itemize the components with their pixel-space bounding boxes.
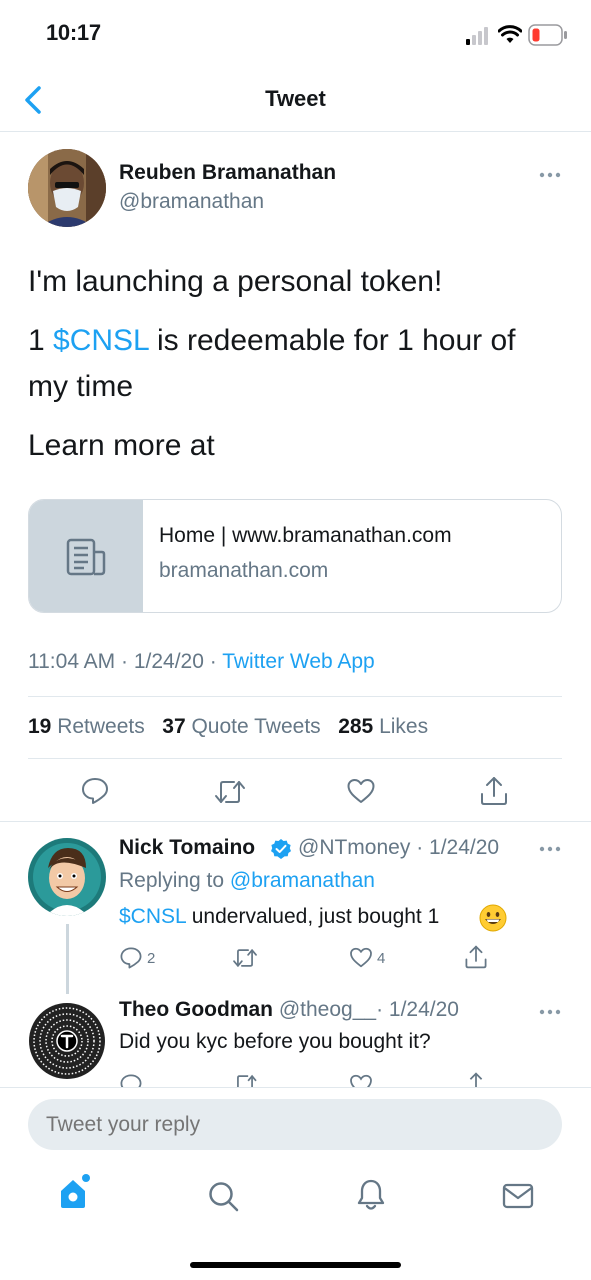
reply-header: Theo Goodman @theog__· 1/24/20 <box>119 998 459 1022</box>
reply-date: · 1/24/20 <box>376 998 459 1021</box>
notifications-icon[interactable] <box>356 1178 386 1212</box>
status-time: 10:17 <box>46 20 101 45</box>
tweet-stats: 19 Retweets 37 Quote Tweets 285 Likes <box>28 715 428 739</box>
meta-separator: · <box>203 650 223 673</box>
tweet-date: 1/24/20 <box>133 650 204 673</box>
tweet-text-line: my time <box>28 370 133 403</box>
share-icon[interactable] <box>464 944 488 970</box>
wifi-icon <box>498 25 522 43</box>
reply-handle-date: @NTmoney · 1/24/20 <box>298 836 499 860</box>
card-title: Home | www.bramanathan.com <box>159 524 452 547</box>
retweets-stat[interactable]: 19 Retweets <box>28 715 145 738</box>
share-icon[interactable] <box>464 1071 488 1087</box>
like-icon[interactable] <box>349 946 373 969</box>
replying-to-label: Replying to <box>119 869 225 892</box>
retweet-icon[interactable] <box>232 947 258 969</box>
thread-line <box>66 924 69 994</box>
composer-divider <box>0 1087 591 1088</box>
messages-icon[interactable] <box>502 1182 534 1210</box>
divider <box>28 696 562 697</box>
tweet-meta: 11:04 AM · 1/24/20 · Twitter Web App <box>28 650 375 674</box>
reply-text-body: undervalued, just bought 1 <box>185 905 440 928</box>
retweets-label: Retweets <box>57 715 145 738</box>
page-title: Tweet <box>265 86 326 111</box>
verified-badge-icon <box>271 839 291 859</box>
reply-avatar[interactable] <box>28 838 106 916</box>
divider <box>0 821 591 822</box>
likes-label: Likes <box>379 715 429 738</box>
reply-avatar[interactable] <box>28 1002 106 1080</box>
retweets-count: 19 <box>28 715 52 738</box>
reply-header: Nick Tomaino <box>119 836 255 860</box>
cashtag-link[interactable]: $CNSL <box>53 324 149 357</box>
reply-handle[interactable]: @NTmoney <box>298 836 410 859</box>
tweet-text-line: Learn more at <box>28 429 215 462</box>
tweet-text-line: 1 $CNSL is redeemable for 1 hour of <box>28 318 558 364</box>
tweet-source-link[interactable]: Twitter Web App <box>222 650 375 673</box>
battery-icon <box>528 24 567 46</box>
reply-input[interactable] <box>28 1099 562 1150</box>
likes-stat[interactable]: 285 Likes <box>338 715 428 738</box>
quotes-stat[interactable]: 37 Quote Tweets <box>162 715 320 738</box>
reply-text: Did you kyc before you bought it? <box>119 1030 431 1053</box>
reply-icon[interactable] <box>119 946 143 970</box>
more-icon[interactable] <box>538 171 562 179</box>
retweet-icon[interactable] <box>214 778 246 806</box>
signal-icon <box>466 27 488 45</box>
article-icon <box>66 538 106 576</box>
reply-icon[interactable] <box>119 1073 143 1087</box>
quotes-label: Quote Tweets <box>191 715 321 738</box>
like-count: 4 <box>377 950 386 967</box>
reply-date: · 1/24/20 <box>416 836 500 859</box>
tweet-text-fragment: 1 <box>28 324 54 357</box>
tweet-text-fragment: is redeemable for 1 hour of <box>148 324 516 357</box>
grinning-emoji-icon <box>479 904 507 932</box>
meta-separator: · <box>115 650 134 673</box>
tweet-text-line: I'm launching a personal token! <box>28 265 443 298</box>
reply-count: 2 <box>147 950 156 967</box>
card-domain: bramanathan.com <box>159 559 329 582</box>
tweet-time: 11:04 AM <box>28 650 116 673</box>
more-icon[interactable] <box>538 845 562 853</box>
reply-author-name[interactable]: Theo Goodman <box>119 998 273 1021</box>
replying-to: Replying to @bramanathan <box>119 869 375 893</box>
search-icon[interactable] <box>207 1180 239 1212</box>
home-indicator <box>190 1262 401 1268</box>
author-name[interactable]: Reuben Bramanathan <box>119 161 336 185</box>
clipped-action-row <box>0 1070 591 1087</box>
reply-icon[interactable] <box>80 776 110 806</box>
reply-text: $CNSL undervalued, just bought 1 <box>119 905 439 929</box>
author-handle[interactable]: @bramanathan <box>119 190 264 214</box>
more-icon[interactable] <box>538 1008 562 1016</box>
link-card[interactable]: Home | www.bramanathan.com bramanathan.c… <box>28 499 562 613</box>
reply-handle[interactable]: @theog__ <box>279 998 376 1021</box>
home-icon[interactable] <box>58 1173 92 1211</box>
author-avatar[interactable] <box>28 149 106 227</box>
share-icon[interactable] <box>479 775 509 807</box>
divider <box>28 758 562 759</box>
reply-author-name[interactable]: Nick Tomaino <box>119 836 255 859</box>
header-divider <box>0 131 591 132</box>
likes-count: 285 <box>338 715 374 738</box>
cashtag-link[interactable]: $CNSL <box>119 905 186 928</box>
like-icon[interactable] <box>349 1073 373 1087</box>
quotes-count: 37 <box>162 715 186 738</box>
card-thumbnail <box>29 500 143 612</box>
replying-to-handle[interactable]: @bramanathan <box>230 869 375 892</box>
retweet-icon[interactable] <box>232 1073 258 1087</box>
like-icon[interactable] <box>346 777 376 805</box>
